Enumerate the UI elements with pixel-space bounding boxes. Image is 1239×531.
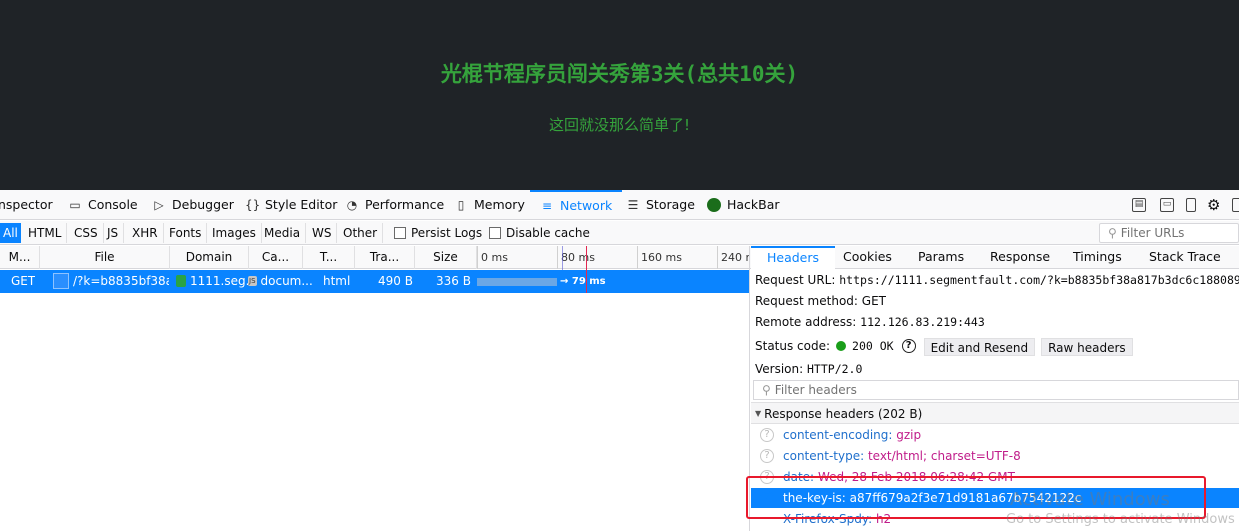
request-table-header: M... File Domain Ca... T... Tra... Size …	[0, 246, 756, 269]
filter-other[interactable]: Other	[338, 223, 384, 243]
page-viewport: 光棍节程序员闯关秀第3关(总共10关) 这回就没那么简单了!	[0, 0, 1239, 190]
table-row[interactable]: GET /?k=b8835bf38a... 1111.seg... JSdocu…	[0, 270, 750, 293]
row-domain: 1111.seg...	[176, 270, 257, 293]
filter-html[interactable]: HTML	[23, 223, 68, 243]
help-icon: ?	[760, 448, 774, 463]
help-icon: ?	[760, 427, 774, 442]
column-transferred[interactable]: Tra...	[355, 246, 415, 269]
status-ok-icon	[836, 340, 847, 351]
storage-icon: ☰	[627, 198, 639, 212]
waterfall-timing: → 79 ms	[560, 276, 606, 287]
filter-headers-input[interactable]: ⚲ Filter headers	[753, 380, 1239, 400]
activation-watermark: Activate Windows	[1010, 489, 1170, 510]
response-headers-section[interactable]: ▼ Response headers (202 B)	[751, 402, 1239, 424]
filter-js[interactable]: JS	[102, 223, 125, 243]
lock-icon	[176, 274, 186, 287]
filter-urls-input[interactable]: ⚲ Filter URLs	[1099, 223, 1239, 243]
disable-cache-checkbox[interactable]: Disable cache	[489, 225, 590, 241]
console-icon: ▭	[69, 198, 81, 212]
tab-hackbar[interactable]: HackBar	[707, 190, 780, 220]
row-method: GET	[11, 274, 36, 288]
tab-storage[interactable]: ☰ Storage	[626, 190, 695, 220]
tab-params[interactable]: Params	[918, 246, 964, 269]
activation-watermark-sub: Go to Settings to activate Windows	[1006, 512, 1235, 527]
screenshot-icon[interactable]	[1232, 198, 1239, 212]
tab-timings[interactable]: Timings	[1073, 246, 1122, 269]
filter-media[interactable]: Media	[259, 223, 307, 243]
waterfall-bar	[477, 278, 557, 286]
column-file[interactable]: File	[40, 246, 170, 269]
filter-images[interactable]: Images	[207, 223, 262, 243]
network-filter-bar: All HTML CSS JS XHR Fonts Images Media W…	[0, 221, 1239, 245]
column-cause[interactable]: Ca...	[249, 246, 303, 269]
http-version: Version: HTTP/2.0	[755, 362, 863, 376]
filter-css[interactable]: CSS	[69, 223, 104, 243]
waterfall-tick: 0 ms	[477, 246, 557, 269]
row-cause: JS docum...	[248, 274, 313, 288]
row-transferred: 490 B	[378, 274, 413, 288]
gear-icon[interactable]: ⚙	[1207, 190, 1220, 220]
waterfall-tick: 80 ms	[557, 246, 637, 269]
tab-style-editor[interactable]: {} Style Editor	[245, 190, 337, 220]
page-title: 光棍节程序员闯关秀第3关(总共10关)	[440, 62, 799, 86]
tab-debugger[interactable]: ▷ Debugger	[152, 190, 234, 220]
tab-network[interactable]: ≡ Network	[530, 190, 623, 220]
persist-logs-checkbox[interactable]: Persist Logs	[394, 225, 482, 241]
column-domain[interactable]: Domain	[170, 246, 249, 269]
row-file: /?k=b8835bf38a...	[73, 274, 169, 288]
status-code: Status code: 200 OK? Edit and Resend Raw he…	[755, 336, 1139, 356]
waterfall-tick: 160 ms	[637, 246, 717, 269]
js-icon: JS	[248, 275, 257, 286]
tab-memory[interactable]: ▯ Memory	[454, 190, 525, 220]
raw-headers-button[interactable]: Raw headers	[1041, 337, 1133, 356]
hackbar-icon	[707, 197, 721, 212]
network-icon: ≡	[541, 199, 553, 213]
braces-icon: {}	[245, 198, 261, 212]
debugger-icon: ▷	[154, 198, 164, 212]
row-size: 336 B	[436, 274, 471, 288]
caret-down-icon: ▼	[755, 408, 762, 418]
filter-ws[interactable]: WS	[307, 223, 338, 243]
tab-stack-trace[interactable]: Stack Trace	[1149, 246, 1221, 269]
header-row[interactable]: ? content-encoding: gzip	[751, 425, 1239, 445]
row-type: html	[323, 274, 351, 288]
tab-performance[interactable]: ◔ Performance	[345, 190, 444, 220]
waterfall-tick: 240 m	[717, 246, 756, 269]
tab-cookies[interactable]: Cookies	[843, 246, 892, 269]
column-method[interactable]: M...	[0, 246, 40, 269]
tab-headers[interactable]: Headers	[751, 246, 836, 269]
header-row[interactable]: ? content-type: text/html; charset=UTF-8	[751, 446, 1239, 466]
remote-address: Remote address: 112.126.83.219:443	[755, 315, 985, 329]
help-icon[interactable]: ?	[901, 338, 916, 353]
tab-console[interactable]: ▭ Console	[68, 190, 137, 220]
edit-resend-button[interactable]: Edit and Resend	[923, 337, 1036, 356]
performance-icon: ◔	[346, 198, 358, 212]
column-size[interactable]: Size	[415, 246, 477, 269]
responsive-design-icon[interactable]	[1186, 198, 1196, 212]
page-subtitle: 这回就没那么简单了!	[548, 116, 690, 134]
request-method: Request method: GET	[755, 294, 886, 308]
tab-inspector[interactable]: nspector	[0, 190, 53, 220]
devtools-toolbar: nspector ▭ Console ▷ Debugger {} Style Edit…	[0, 190, 1239, 220]
filter-all[interactable]: All	[0, 223, 21, 243]
column-type[interactable]: T...	[303, 246, 355, 269]
memory-icon: ▯	[457, 198, 465, 212]
dock-layout-icon[interactable]: ▤	[1132, 198, 1146, 212]
request-url: Request URL: https://1111.segmentfault.c…	[755, 273, 1239, 287]
split-console-icon[interactable]: ▭	[1160, 198, 1174, 212]
load-marker	[586, 246, 587, 293]
filter-icon: ⚲	[762, 383, 771, 397]
filter-icon: ⚲	[1108, 226, 1117, 240]
tab-response[interactable]: Response	[990, 246, 1050, 269]
dom-content-loaded-marker	[562, 246, 563, 270]
row-file-icon	[53, 270, 69, 293]
filter-xhr[interactable]: XHR	[127, 223, 164, 243]
filter-fonts[interactable]: Fonts	[164, 223, 208, 243]
file-thumbnail-icon	[53, 272, 69, 289]
